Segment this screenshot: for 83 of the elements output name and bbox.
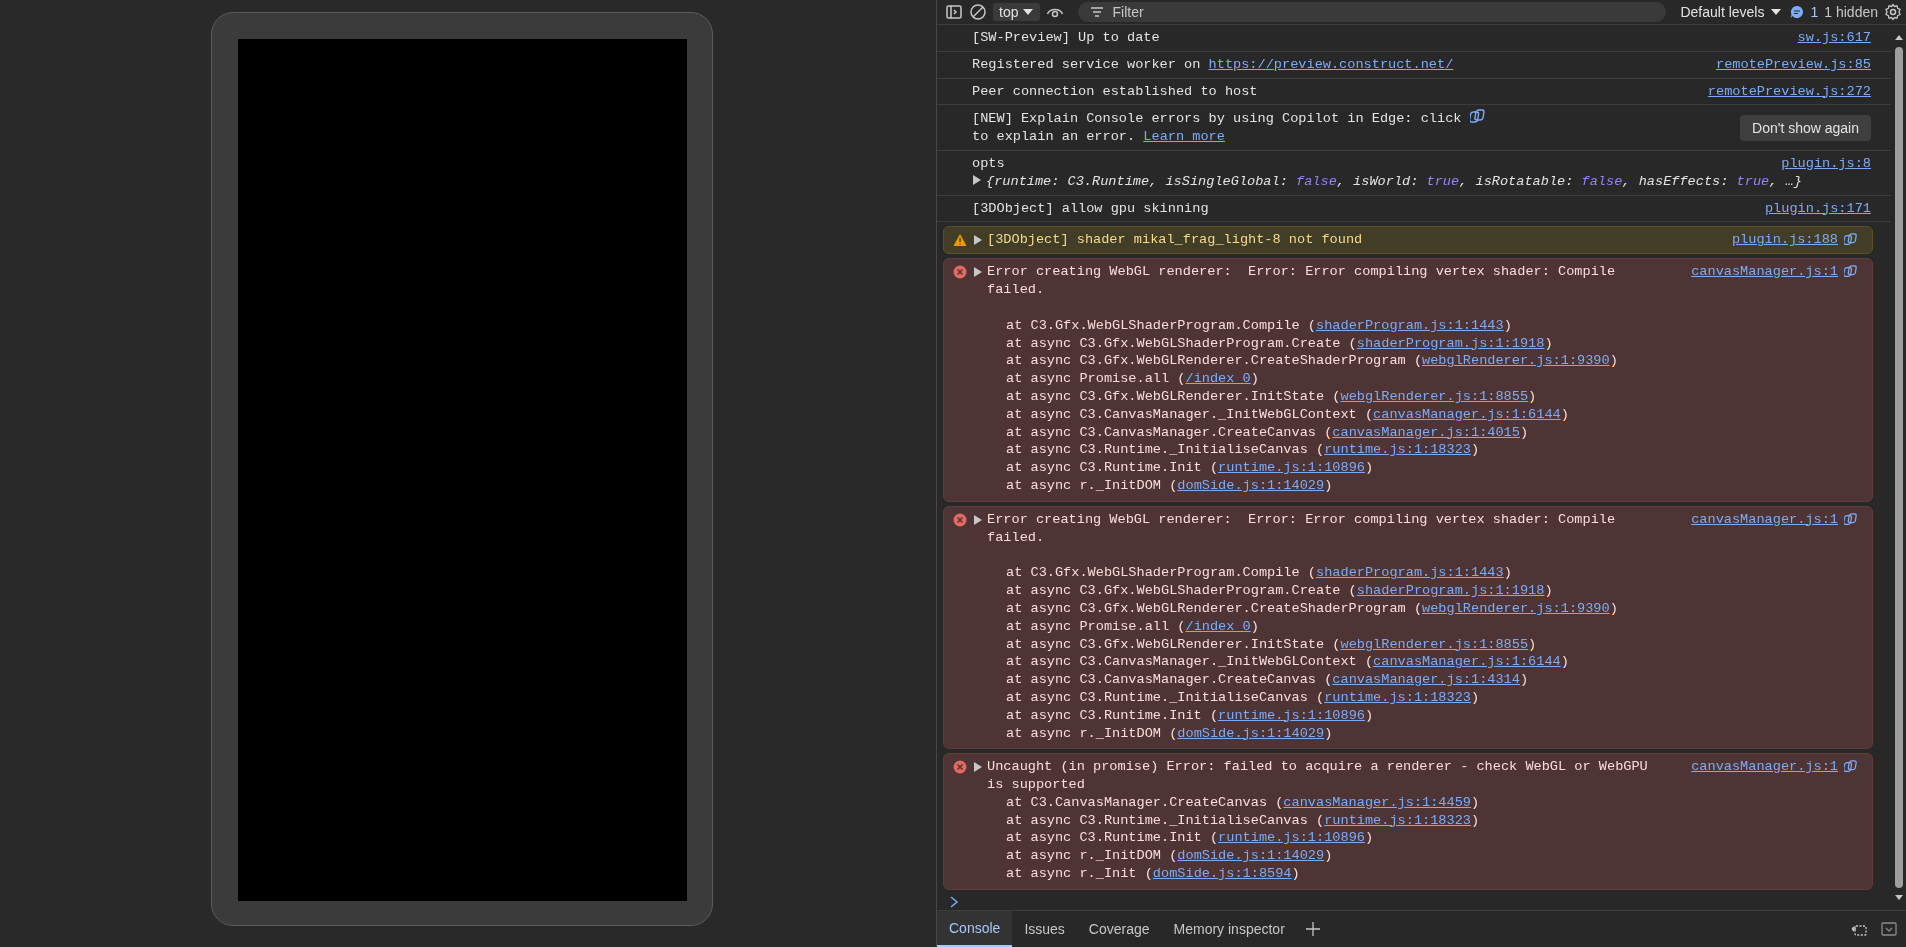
- stack-frame: at async C3.Gfx.WebGLShaderProgram.Create (shaderProgram.js:1:1918): [1006, 582, 1858, 600]
- stack-frame: at async C3.Gfx.WebGLShaderProgram.Create (shaderProgram.js:1:1918): [1006, 334, 1858, 353]
- source-link[interactable]: /index 0: [1185, 371, 1251, 387]
- source-link[interactable]: runtime.js:1:18323: [1324, 689, 1471, 705]
- url-link[interactable]: https://preview.construct.net/: [1208, 56, 1454, 72]
- issues-count: 1: [1810, 4, 1819, 20]
- stack-frame: at async C3.Runtime._InitialiseCanvas (runtime.js:1:18323): [1006, 811, 1858, 830]
- drawer-tab[interactable]: Console: [937, 911, 1013, 947]
- source-link[interactable]: canvasManager.js:1:6144: [1373, 654, 1561, 670]
- source-link[interactable]: domSide.js:1:8594: [1152, 866, 1292, 882]
- warning-message: [3DObject] shader mikal_frag_light-8 not found: [987, 231, 1363, 250]
- object-preview[interactable]: {runtime: C3.Runtime, isSingleGlobal: false, isWorld: true, isRotatable: false, hasEffects: true, …}: [986, 173, 1802, 189]
- stack-frame: at async C3.CanvasManager.CreateCanvas (canvasManager.js:1:4314): [1006, 671, 1858, 689]
- stack-frame: at async r._Init (domSide.js:1:8594): [1006, 865, 1858, 883]
- promo-text: to explain an error.: [972, 129, 1137, 145]
- stack-frame: at async C3.Gfx.WebGLRenderer.InitState (webglRenderer.js:1:8855): [1006, 387, 1858, 406]
- source-link[interactable]: shaderProgram.js:1:1918: [1356, 583, 1545, 599]
- source-link[interactable]: shaderProgram.js:1:1443: [1316, 317, 1504, 333]
- source-link[interactable]: canvasManager.js:1: [1691, 510, 1838, 529]
- stack-frame: at async C3.CanvasManager._InitWebGLContext (canvasManager.js:1:6144): [1006, 653, 1858, 672]
- stack-frame: at async r._InitDOM (domSide.js:1:14029): [1006, 724, 1858, 743]
- stack-frame: at async r._InitDOM (domSide.js:1:14029): [1006, 847, 1858, 866]
- source-link[interactable]: webglRenderer.js:1:9390: [1422, 353, 1610, 369]
- source-link[interactable]: domSide.js:1:14029: [1177, 848, 1325, 864]
- context-dropdown[interactable]: top: [993, 3, 1041, 21]
- source-link[interactable]: domSide.js:1:14029: [1177, 725, 1325, 741]
- log-message: Peer connection established to host: [972, 83, 1258, 99]
- stack-frame: at async C3.CanvasManager.CreateCanvas (canvasManager.js:1:4015): [1006, 423, 1858, 442]
- source-link[interactable]: webglRenderer.js:1:9390: [1422, 600, 1610, 616]
- stack-frame: at C3.CanvasManager.CreateCanvas (canvasManager.js:1:4459): [1006, 793, 1858, 812]
- stack-frame: at async C3.Gfx.WebGLRenderer.InitState (webglRenderer.js:1:8855): [1006, 635, 1858, 654]
- source-link[interactable]: runtime.js:1:18323: [1324, 812, 1471, 828]
- filter-field[interactable]: Filter: [1078, 2, 1667, 22]
- stack-frame: at async Promise.all (/index 0): [1006, 370, 1858, 388]
- source-link[interactable]: canvasManager.js:1:4314: [1332, 672, 1520, 688]
- source-link[interactable]: shaderProgram.js:1:1443: [1316, 565, 1504, 581]
- stack-frame: at C3.Gfx.WebGLShaderProgram.Compile (shaderProgram.js:1:1443): [1006, 316, 1858, 335]
- error-message: Error creating WebGL renderer: Error: Error compiling vertex shader: Compile failed.: [987, 510, 1617, 547]
- source-link[interactable]: remotePreview.js:85: [1716, 55, 1871, 74]
- source-link[interactable]: runtime.js:1:10896: [1218, 830, 1365, 846]
- source-link[interactable]: plugin.js:171: [1764, 199, 1871, 218]
- promo-text: [NEW] Explain Console errors by using Copilot in Edge: click: [972, 111, 1462, 127]
- stack-frame: at async C3.Runtime._InitialiseCanvas (runtime.js:1:18323): [1006, 441, 1858, 460]
- log-message: Registered service worker on https://preview.construct.net/: [972, 56, 1454, 72]
- log-message: [3DObject] allow gpu skinning: [972, 200, 1209, 216]
- stack-frame: at async C3.CanvasManager._InitWebGLContext (canvasManager.js:1:6144): [1006, 405, 1858, 424]
- stack-frame: at async C3.Runtime.Init (runtime.js:1:10896): [1006, 459, 1858, 477]
- source-link[interactable]: canvasManager.js:1:4015: [1332, 424, 1520, 440]
- source-link[interactable]: runtime.js:1:10896: [1218, 707, 1365, 723]
- source-link[interactable]: runtime.js:1:10896: [1218, 460, 1365, 476]
- source-link[interactable]: sw.js:617: [1797, 29, 1871, 47]
- stack-frame: at async C3.Gfx.WebGLRenderer.CreateShaderProgram (webglRenderer.js:1:9390): [1006, 599, 1858, 618]
- source-link[interactable]: plugin.js:188: [1731, 231, 1838, 250]
- source-link[interactable]: canvasManager.js:1:4459: [1283, 794, 1471, 810]
- source-link[interactable]: /index 0: [1185, 618, 1251, 634]
- dismiss-button[interactable]: Don't show again: [1740, 114, 1871, 141]
- source-link[interactable]: runtime.js:1:18323: [1324, 442, 1471, 458]
- log-message: [SW-Preview] Up to date: [972, 30, 1160, 45]
- stack-frame: at async C3.Runtime.Init (runtime.js:1:10896): [1006, 829, 1858, 848]
- stack-frame: at C3.Gfx.WebGLShaderProgram.Compile (shaderProgram.js:1:1443): [1006, 564, 1858, 583]
- source-link[interactable]: webglRenderer.js:1:8855: [1340, 636, 1529, 652]
- hidden-count[interactable]: 1 hidden: [1824, 4, 1878, 20]
- issues-counter[interactable]: 1: [1788, 3, 1819, 21]
- source-link[interactable]: webglRenderer.js:1:8855: [1340, 388, 1529, 404]
- source-link[interactable]: remotePreview.js:272: [1707, 82, 1871, 101]
- source-link[interactable]: plugin.js:8: [1781, 155, 1871, 173]
- levels-dropdown[interactable]: Default levels: [1680, 4, 1783, 20]
- stack-frame: at async Promise.all (/index 0): [1006, 617, 1858, 636]
- source-link[interactable]: canvasManager.js:1: [1691, 263, 1838, 281]
- drawer-tab[interactable]: Memory inspector: [1161, 911, 1297, 947]
- learn-more-link[interactable]: Learn more: [1143, 129, 1225, 145]
- drawer-tab[interactable]: Coverage: [1076, 911, 1162, 947]
- stack-frame: at async C3.Gfx.WebGLRenderer.CreateShaderProgram (webglRenderer.js:1:9390): [1006, 352, 1858, 371]
- error-message: Error creating WebGL renderer: Error: Error compiling vertex shader: Compile failed.: [987, 263, 1617, 299]
- drawer-tab[interactable]: Issues: [1012, 911, 1077, 947]
- source-link[interactable]: domSide.js:1:14029: [1177, 477, 1325, 493]
- source-link[interactable]: canvasManager.js:1: [1691, 758, 1838, 777]
- log-message: opts: [972, 156, 1005, 171]
- stack-frame: at async r._InitDOM (domSide.js:1:14029): [1006, 476, 1858, 495]
- source-link[interactable]: canvasManager.js:1:6144: [1373, 406, 1561, 422]
- source-link[interactable]: shaderProgram.js:1:1918: [1356, 335, 1545, 351]
- stack-frame: at async C3.Runtime._InitialiseCanvas (runtime.js:1:18323): [1006, 688, 1858, 707]
- stack-frame: at async C3.Runtime.Init (runtime.js:1:10896): [1006, 706, 1858, 725]
